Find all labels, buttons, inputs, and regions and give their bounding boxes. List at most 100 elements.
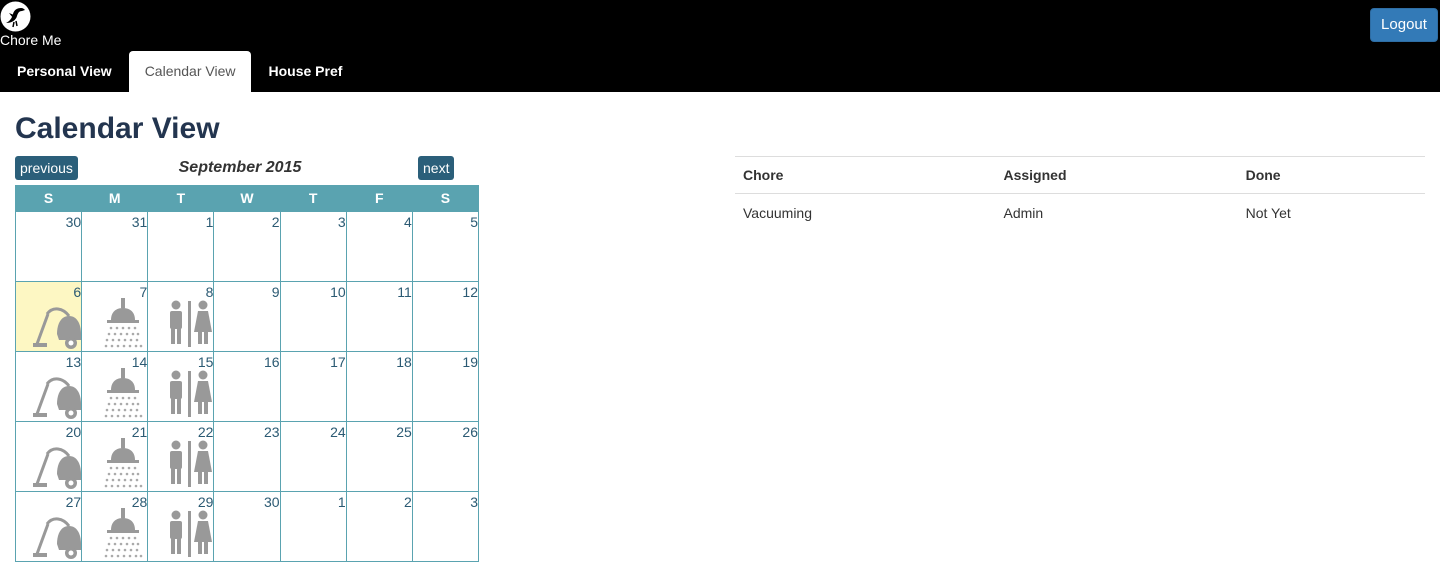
day-number: 10 [330, 284, 346, 300]
month-label: September 2015 [178, 159, 302, 176]
day-number: 24 [330, 424, 346, 440]
calendar-day-cell[interactable]: 13 [14, 351, 83, 422]
day-number: 23 [263, 424, 280, 440]
calendar-day-cell[interactable]: 22 [147, 421, 215, 492]
day-number: 2 [404, 494, 412, 510]
weekday-header: S [411, 185, 480, 212]
weekday-header: T [147, 185, 215, 212]
calendar-day-cell[interactable]: 4 [345, 211, 413, 282]
brand-name: Chore Me [0, 32, 62, 48]
vacuum-icon [33, 508, 81, 560]
weekday-header: F [345, 185, 413, 212]
done-cell: Not Yet [1245, 204, 1291, 221]
day-number: 2 [271, 214, 280, 230]
day-number: 30 [263, 494, 280, 510]
previous-month-button[interactable]: previous [15, 156, 78, 180]
brand[interactable]: Chore Me [0, 0, 70, 50]
calendar-day-cell[interactable]: 23 [213, 421, 281, 492]
day-number: 5 [470, 214, 478, 230]
calendar-day-cell[interactable]: 12 [411, 281, 480, 352]
calendar-day-cell[interactable]: 1 [279, 491, 347, 562]
day-number: 31 [131, 214, 148, 230]
calendar-day-cell[interactable]: 3 [279, 211, 347, 282]
vacuum-icon [33, 438, 81, 490]
calendar-week-row: 27 28 29 30 1 2 3 [14, 491, 480, 562]
calendar-day-cell[interactable]: 7 [81, 281, 149, 352]
calendar-week-row: 13 14 15 16 17 18 19 [14, 351, 480, 422]
calendar-day-cell[interactable]: 3 [411, 491, 480, 562]
restroom-icon [165, 508, 213, 560]
page-title: Calendar View [15, 112, 220, 145]
day-number: 4 [404, 214, 412, 230]
calendar-day-cell[interactable]: 19 [411, 351, 480, 422]
table-row[interactable]: Vacuuming Admin Not Yet [735, 194, 1425, 232]
restroom-icon [165, 298, 213, 350]
shower-icon [99, 508, 147, 560]
day-number: 25 [396, 424, 412, 440]
day-number: 26 [462, 424, 478, 440]
next-month-button[interactable]: next [418, 156, 455, 180]
calendar-day-cell[interactable]: 28 [81, 491, 149, 562]
calendar-week-row: 6 7 8 9 10 11 12 [14, 281, 480, 352]
calendar-day-cell[interactable]: 14 [81, 351, 149, 422]
day-number: 3 [337, 214, 346, 230]
nav-tabs: Personal View Calendar View House Pref [0, 51, 359, 92]
chore-table-header-row: Chore Assigned Done [735, 156, 1425, 194]
calendar-day-cell[interactable]: 21 [81, 421, 149, 492]
day-number: 19 [462, 354, 478, 370]
shower-icon [99, 438, 147, 490]
logout-button[interactable]: Logout [1370, 8, 1438, 42]
calendar-body: 30 31 1 2 3 4 5 6 7 8 9 10 11 12 13 14 15 16 17 18 19 20 21 22 2… [14, 211, 480, 562]
calendar-day-cell[interactable]: 30 [213, 491, 281, 562]
shower-icon [99, 298, 147, 350]
calendar-day-cell[interactable]: 11 [345, 281, 413, 352]
restroom-icon [165, 438, 213, 490]
tab-calendar-view[interactable]: Calendar View [128, 51, 252, 92]
column-header-done: Done [1237, 156, 1425, 194]
calendar-day-cell[interactable]: 27 [14, 491, 83, 562]
bird-logo-icon [0, 1, 31, 32]
day-number: 30 [65, 214, 82, 230]
calendar-day-cell[interactable]: 25 [345, 421, 413, 492]
calendar-day-cell[interactable]: 15 [147, 351, 215, 422]
calendar-day-cell[interactable]: 30 [14, 211, 83, 282]
calendar-day-cell[interactable]: 6 [14, 281, 83, 352]
weekday-header: M [81, 185, 149, 212]
day-number: 9 [271, 284, 280, 300]
tab-house-pref[interactable]: House Pref [251, 51, 359, 92]
calendar-day-cell[interactable]: 2 [213, 211, 281, 282]
calendar-day-cell[interactable]: 10 [279, 281, 347, 352]
calendar-day-cell[interactable]: 2 [345, 491, 413, 562]
weekday-header: T [279, 185, 347, 212]
chore-cell: Vacuuming [743, 204, 813, 221]
calendar-day-cell[interactable]: 17 [279, 351, 347, 422]
calendar-day-cell[interactable]: 31 [81, 211, 149, 282]
shower-icon [99, 368, 147, 420]
day-number: 1 [337, 494, 346, 510]
day-number: 1 [205, 214, 214, 230]
day-number: 17 [330, 354, 346, 370]
day-number: 12 [462, 284, 478, 300]
day-number: 18 [396, 354, 412, 370]
day-number: 3 [470, 494, 478, 510]
calendar-day-cell[interactable]: 24 [279, 421, 347, 492]
calendar-week-row: 30 31 1 2 3 4 5 [14, 211, 480, 282]
calendar-week-row: 20 21 22 23 24 25 26 [14, 421, 480, 492]
calendar-day-cell[interactable]: 20 [14, 421, 83, 492]
calendar-day-cell[interactable]: 9 [213, 281, 281, 352]
day-number: 16 [263, 354, 280, 370]
calendar-day-cell[interactable]: 18 [345, 351, 413, 422]
day-number: 11 [397, 284, 412, 300]
calendar-day-cell[interactable]: 5 [411, 211, 480, 282]
chore-table: Chore Assigned Done Vacuuming Admin Not … [735, 156, 1425, 231]
tab-personal-view[interactable]: Personal View [0, 51, 129, 92]
weekday-header-row: S M T W T F S [14, 185, 480, 212]
calendar-day-cell[interactable]: 1 [147, 211, 215, 282]
column-header-assigned: Assigned [995, 156, 1238, 194]
calendar-day-cell[interactable]: 26 [411, 421, 480, 492]
calendar-day-cell[interactable]: 29 [147, 491, 215, 562]
vacuum-icon [33, 298, 81, 350]
calendar-day-cell[interactable]: 8 [147, 281, 215, 352]
restroom-icon [165, 368, 213, 420]
calendar-day-cell[interactable]: 16 [213, 351, 281, 422]
